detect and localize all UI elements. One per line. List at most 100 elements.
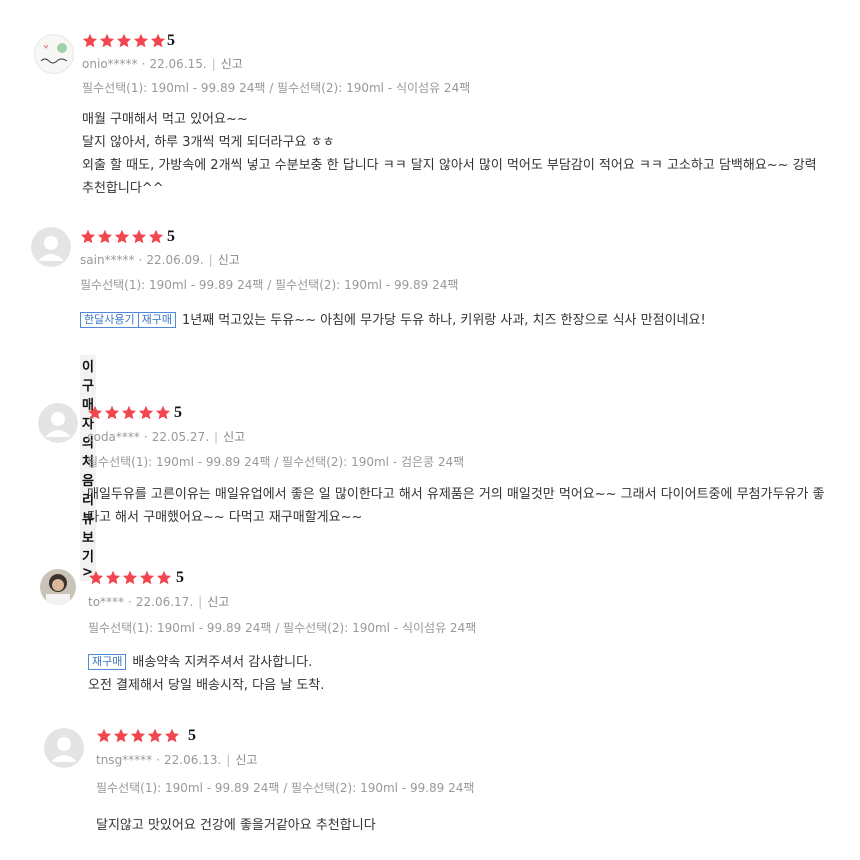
star-icon	[133, 33, 149, 48]
avatar[interactable]	[44, 728, 84, 768]
star-icon	[116, 33, 132, 48]
divider: |	[211, 57, 216, 71]
rating-score: 5	[176, 569, 184, 586]
star-icon	[113, 728, 129, 743]
review-line: 달지 않아서, 하루 3개씩 먹게 되더라구요 ㅎㅎ	[82, 135, 335, 150]
report-link[interactable]: 신고	[235, 753, 257, 767]
review-text: 매일두유를 고른이유는 매일유업에서 좋은 일 많이한다고 해서 유제품은 거의…	[87, 483, 827, 529]
star-icon	[87, 405, 103, 420]
dot-separator: ·	[128, 595, 132, 609]
dot-separator: ·	[156, 753, 161, 767]
rating-stars	[82, 33, 167, 51]
avatar[interactable]	[34, 34, 74, 74]
star-icon	[131, 229, 147, 244]
review-meta: sain***** · 22.06.09. | 신고	[80, 251, 240, 268]
avatar[interactable]	[31, 227, 71, 267]
star-icon	[156, 570, 172, 585]
review-text: 매월 구매해서 먹고 있어요~~ 달지 않아서, 하루 3개씩 먹게 되더라구요…	[82, 108, 827, 200]
star-icon	[121, 405, 137, 420]
avatar[interactable]	[40, 569, 76, 605]
divider: |	[208, 253, 213, 267]
review-date: 22.05.27.	[151, 430, 210, 444]
divider: |	[214, 430, 219, 444]
review-date: 22.06.15.	[149, 57, 207, 71]
purchase-option: 필수선택(1): 190ml - 99.89 24팩 / 필수선택(2): 19…	[96, 781, 475, 795]
star-icon	[150, 33, 166, 48]
review-date: 22.06.17.	[135, 595, 194, 609]
avatar-image	[35, 35, 73, 73]
reviewer-id: sain*****	[80, 253, 135, 267]
review-text: 재구매 배송약속 지켜주셔서 감사합니다. 오전 결제해서 당일 배송시작, 다음…	[88, 651, 833, 697]
dot-separator: ·	[143, 430, 148, 444]
star-icon	[138, 405, 154, 420]
reviewer-id: onio*****	[82, 57, 138, 71]
divider: |	[198, 595, 203, 609]
review-line: 오전 결제해서 당일 배송시작, 다음 날 도착.	[88, 678, 325, 693]
default-user-icon	[31, 227, 71, 267]
reviewer-id: to****	[88, 595, 125, 609]
purchase-option: 필수선택(1): 190ml - 99.89 24팩 / 필수선택(2): 19…	[88, 621, 477, 635]
review-line: 재구매 배송약속 지켜주셔서 감사합니다.	[88, 651, 833, 674]
default-user-icon	[44, 728, 84, 768]
report-link[interactable]: 신고	[221, 57, 243, 71]
review-line: 한달사용기 재구매 1년째 먹고있는 두유~~ 아침에 무가당 두유 하나, 키위랑…	[80, 309, 825, 332]
star-icon	[82, 33, 98, 48]
purchase-option: 필수선택(1): 190ml - 99.89 24팩 / 필수선택(2): 19…	[82, 81, 471, 95]
star-icon	[88, 570, 104, 585]
review-date: 22.06.13.	[164, 753, 222, 767]
star-icon	[164, 728, 180, 743]
review-line-text: 1년째 먹고있는 두유~~ 아침에 무가당 두유 하나, 키위랑 사과, 치즈 …	[181, 313, 706, 328]
review-line: 매월 구매해서 먹고 있어요~~	[82, 112, 248, 127]
avatar[interactable]	[38, 403, 78, 443]
review-line-text: 배송약속 지켜주셔서 감사합니다.	[132, 655, 313, 670]
star-icon	[155, 405, 171, 420]
tag-badge: 재구매	[88, 654, 127, 670]
tag-badge: 재구매	[138, 312, 176, 328]
star-icon	[122, 570, 138, 585]
review-meta: tnsg***** · 22.06.13. | 신고	[96, 751, 257, 768]
dot-separator: ·	[141, 57, 146, 71]
reviewer-id: tnsg*****	[96, 753, 153, 767]
purchase-option: 필수선택(1): 190ml - 99.89 24팩 / 필수선택(2): 19…	[87, 455, 465, 469]
star-icon	[96, 728, 112, 743]
rating-stars	[80, 229, 165, 247]
star-icon	[97, 229, 113, 244]
star-icon	[80, 229, 96, 244]
rating-stars	[88, 570, 173, 588]
rating-score: 5	[188, 727, 196, 744]
review-text: 달지않고 맛있어요 건강에 좋을거같아요 추천합니다	[96, 814, 841, 837]
avatar-image	[40, 569, 76, 605]
star-icon	[139, 570, 155, 585]
review-meta: to**** · 22.06.17. | 신고	[88, 593, 229, 610]
dot-separator: ·	[138, 253, 143, 267]
star-icon	[104, 405, 120, 420]
report-link[interactable]: 신고	[207, 595, 229, 609]
purchase-option: 필수선택(1): 190ml - 99.89 24팩 / 필수선택(2): 19…	[80, 278, 459, 292]
rating-stars	[87, 405, 172, 423]
rating-score: 5	[174, 404, 182, 421]
review-tags: 재구매	[88, 654, 127, 670]
report-link[interactable]: 신고	[223, 430, 245, 444]
report-link[interactable]: 신고	[218, 253, 240, 267]
reviewer-id: coda****	[87, 430, 140, 444]
review-meta: coda**** · 22.05.27. | 신고	[87, 428, 245, 445]
rating-score: 5	[167, 228, 175, 245]
star-icon	[130, 728, 146, 743]
review-line: 달지않고 맛있어요 건강에 좋을거같아요 추천합니다	[96, 818, 376, 833]
review-line: 매일두유를 고른이유는 매일유업에서 좋은 일 많이한다고 해서 유제품은 거의…	[87, 487, 825, 525]
star-icon	[105, 570, 121, 585]
star-icon	[114, 229, 130, 244]
star-icon	[147, 728, 163, 743]
review-meta: onio***** · 22.06.15. | 신고	[82, 55, 243, 72]
review-line: 외출 할 때도, 가방속에 2개씩 넣고 수분보충 한 답니다 ㅋㅋ 달지 않아…	[82, 158, 817, 196]
rating-stars	[96, 728, 181, 746]
star-icon	[99, 33, 115, 48]
tag-badge: 한달사용기	[80, 312, 139, 328]
default-user-icon	[38, 403, 78, 443]
rating-score: 5	[167, 32, 175, 49]
review-tags: 한달사용기 재구매	[80, 312, 176, 328]
divider: |	[226, 753, 231, 767]
review-date: 22.06.09.	[146, 253, 204, 267]
review-text: 한달사용기 재구매 1년째 먹고있는 두유~~ 아침에 무가당 두유 하나, 키위랑…	[80, 309, 825, 332]
star-icon	[148, 229, 164, 244]
